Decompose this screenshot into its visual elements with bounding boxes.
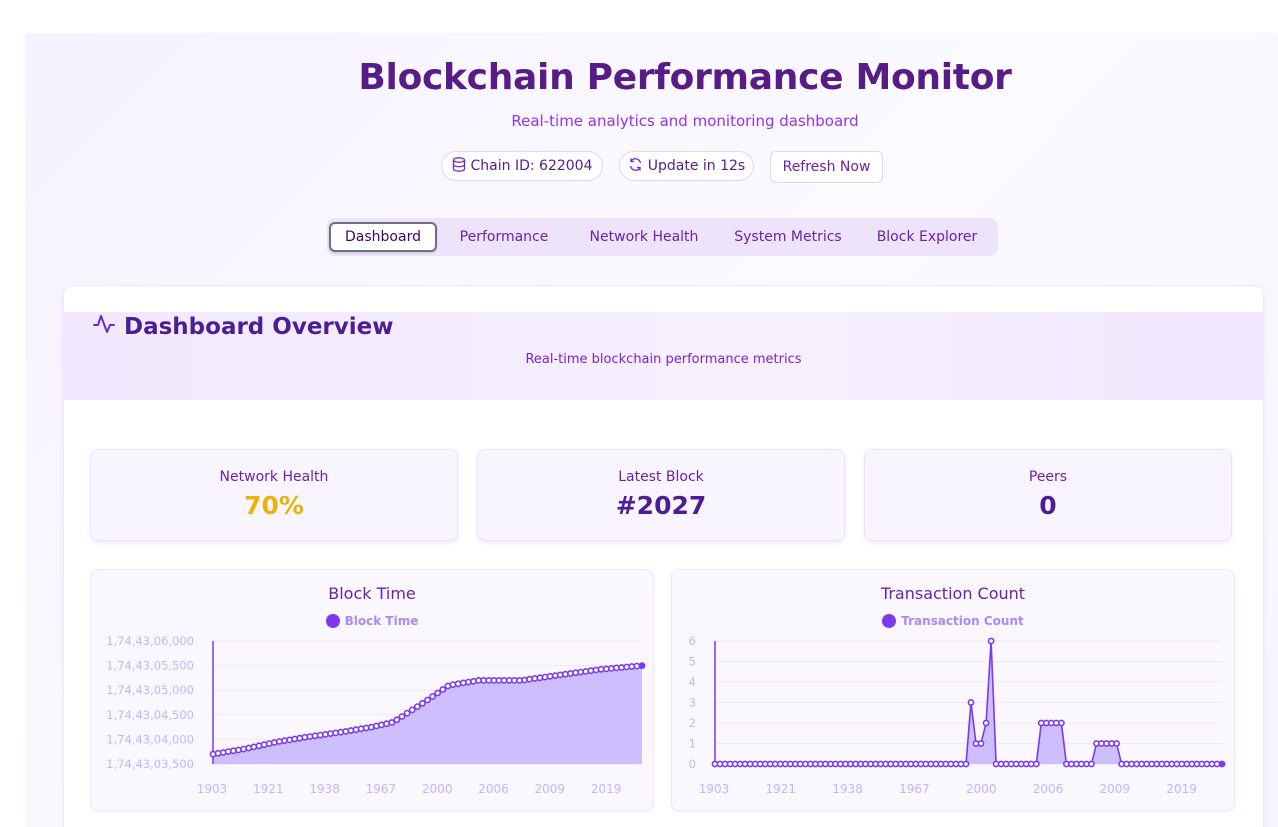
- transaction-count-chart: 0 1 2 3 4 5 6 1903 1921 1938 1967 2000 2006 2009 2019: [689, 634, 1226, 796]
- tab-performance[interactable]: Performance: [449, 222, 559, 252]
- x-tick-label: 2019: [1166, 782, 1197, 796]
- tab-network-health[interactable]: Network Health: [579, 222, 709, 252]
- y-tick-label: 1,74,43,06,000: [106, 634, 194, 648]
- update-countdown-badge: Update in 12s: [619, 151, 754, 181]
- data-point: [454, 680, 462, 688]
- database-icon: [452, 156, 466, 176]
- data-point: [424, 696, 431, 704]
- data-point: [977, 740, 985, 747]
- chain-id-label: Chain ID: 622004: [470, 158, 593, 174]
- stat-label: Latest Block: [618, 469, 704, 485]
- data-point: [1057, 719, 1065, 727]
- data-point: [987, 637, 995, 645]
- data-point: [962, 760, 970, 768]
- data-point: [1088, 760, 1095, 768]
- data-point: [526, 675, 533, 683]
- block-time-chart-card: Block Time Block Time 1,74,43,03,500 1,74…: [90, 569, 654, 811]
- y-tick-label: 1,74,43,05,000: [106, 683, 194, 697]
- y-tick-label: 5: [689, 655, 696, 669]
- data-point: [383, 720, 390, 728]
- y-tick-label: 2: [689, 716, 696, 730]
- data-point: [470, 677, 477, 685]
- data-point: [982, 719, 990, 727]
- x-tick-label: 1921: [253, 782, 284, 796]
- x-tick-label: 1903: [197, 782, 228, 796]
- page-subtitle: Real-time analytics and monitoring dashb…: [511, 112, 859, 130]
- y-tick-label: 6: [689, 634, 696, 648]
- stat-label: Peers: [1028, 469, 1068, 485]
- page: Blockchain Performance Monitor Real-time…: [25, 33, 1278, 827]
- stat-network-health: Network Health 70%: [90, 449, 458, 541]
- x-tick-label: 2009: [1100, 782, 1131, 796]
- data-point: [597, 665, 605, 673]
- y-tick-label: 1,74,43,03,500: [106, 757, 194, 771]
- dashboard-overview-card: Dashboard Overview Real-time blockchain …: [63, 285, 1264, 827]
- tab-bar: Dashboard Performance Network Health Sys…: [327, 218, 998, 256]
- data-point-latest: [638, 662, 646, 669]
- tab-dashboard[interactable]: Dashboard: [329, 222, 437, 252]
- data-point: [408, 706, 416, 714]
- y-tick-label: 1,74,43,04,000: [106, 732, 194, 746]
- y-tick-label: 1: [689, 737, 696, 751]
- data-point: [286, 736, 293, 744]
- activity-icon: [92, 312, 116, 342]
- data-point: [235, 746, 242, 754]
- tab-system-metrics[interactable]: System Metrics: [727, 222, 849, 252]
- stat-label: Network Health: [219, 469, 329, 485]
- transaction-count-chart-card: Transaction Count Transaction Count 0123…: [671, 569, 1235, 811]
- update-countdown-label: Update in 12s: [647, 158, 746, 174]
- data-point: [403, 709, 411, 717]
- overview-title: Dashboard Overview: [92, 312, 394, 342]
- x-tick-label: 1967: [366, 782, 397, 796]
- tab-block-explorer[interactable]: Block Explorer: [871, 222, 983, 252]
- data-point: [1113, 740, 1120, 747]
- data-point: [439, 686, 447, 693]
- x-tick-label: 2006: [1033, 782, 1064, 796]
- data-point: [209, 750, 217, 758]
- x-tick-label: 1921: [766, 782, 797, 796]
- data-point: [311, 732, 319, 740]
- overview-header: Dashboard Overview Real-time blockchain …: [64, 312, 1263, 400]
- overview-subtitle: Real-time blockchain performance metrics: [525, 352, 802, 367]
- x-tick-label: 1938: [832, 782, 863, 796]
- x-tick-label: 2019: [591, 782, 622, 796]
- x-tick-label: 2000: [422, 782, 453, 796]
- x-tick-label: 1967: [899, 782, 930, 796]
- page-title: Blockchain Performance Monitor: [358, 57, 1012, 98]
- stat-value: #2027: [615, 491, 707, 520]
- data-point: [413, 703, 421, 710]
- data-point: [418, 699, 426, 707]
- data-point: [240, 745, 247, 753]
- data-point: [398, 713, 406, 720]
- y-tick-label: 1,74,43,05,500: [106, 659, 194, 673]
- y-tick-label: 1,74,43,04,500: [106, 708, 194, 722]
- data-point: [967, 699, 975, 706]
- data-point: [393, 716, 401, 724]
- x-tick-label: 2009: [535, 782, 566, 796]
- block-time-chart: 1,74,43,03,500 1,74,43,04,000 1,74,43,04,5…: [106, 634, 646, 796]
- y-tick-label: 4: [689, 675, 696, 689]
- x-tick-label: 2006: [478, 782, 509, 796]
- data-point: [296, 734, 304, 742]
- stat-peers: Peers 0: [864, 449, 1232, 541]
- data-point-latest: [1218, 760, 1226, 768]
- refresh-cycle-icon: [628, 157, 643, 176]
- data-point: [1032, 760, 1040, 768]
- stat-value: 0: [1039, 491, 1057, 520]
- stat-value: 70%: [244, 491, 304, 520]
- x-tick-label: 1938: [309, 782, 340, 796]
- x-tick-label: 1903: [699, 782, 730, 796]
- data-point: [219, 749, 227, 756]
- data-point: [434, 689, 442, 697]
- chain-id-badge: Chain ID: 622004: [441, 151, 603, 181]
- data-point: [342, 727, 350, 735]
- x-tick-label: 2000: [966, 782, 997, 796]
- y-tick-label: 0: [689, 757, 696, 771]
- data-point: [429, 693, 436, 700]
- stat-latest-block: Latest Block #2027: [477, 449, 845, 541]
- refresh-now-button[interactable]: Refresh Now: [770, 151, 883, 183]
- data-point: [352, 726, 360, 734]
- y-tick-label: 3: [689, 696, 696, 710]
